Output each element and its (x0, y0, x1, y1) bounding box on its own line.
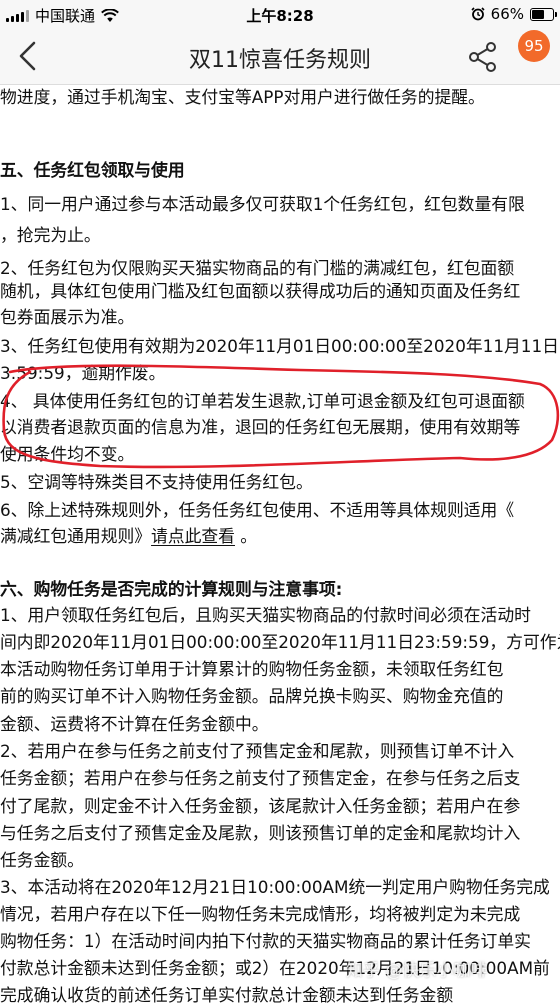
notification-badge[interactable]: 95 (518, 30, 550, 62)
text-line: 物进度，通过手机淘宝、支付宝等APP对用户进行做任务的提醒。 (0, 87, 485, 107)
text-line: 与任务之后支付了预售定金及尾款，则该预售订单的定金和尾款均计入 (0, 823, 521, 843)
text-line: 使用条件均不变。 (0, 444, 135, 464)
rules-name: 满减红包通用规则》 (0, 526, 152, 546)
text-line: ，抢完为止。 (0, 225, 101, 245)
text-line: 付了尾款，则定金不计入任务金额，该尾款计入任务金额；若用户在参 (0, 796, 521, 816)
text-line: 2、若用户在参与任务之前支付了预售定金和尾款，则预售订单不计入 (0, 741, 515, 761)
text-line: 购物任务：1）在活动时间内拍下付款的天猫实物商品的累计任务订单实 (0, 931, 531, 951)
text-line: 3、任务红包使用有效期为2020年11月01日00:00:00至2020年11月… (0, 336, 560, 356)
watermark: 知乎 @快乐小咖啡 (346, 961, 488, 981)
text-line: 3、本活动将在2020年12月21日10:00:00AM统一判定用户购物任务完成 (0, 877, 550, 897)
text-line: 本活动购物任务订单用于计算累计的购物任务金额，未领取任务红包 (0, 659, 504, 679)
text-line: 随机，具体红包使用门槛及红包面额以获得成功后的通知页面及任务红 (0, 281, 521, 301)
text-line: 金额、运费将不计算在任务金额中。 (0, 714, 269, 734)
navigation-bar: 双11惊喜任务规则 95 (0, 28, 560, 85)
view-rules-link[interactable]: 请点此查看 (151, 526, 235, 546)
section-heading: 五、任务红包领取与使用 (0, 160, 185, 180)
text-line: 1、用户领取任务红包后，且购买天猫实物商品的付款时间必须在活动时 (0, 605, 531, 625)
text-line: 2、任务红包为仅限购买天猫实物商品的有门槛的满减红包，红包面额 (0, 258, 515, 278)
text-line: 6、除上述特殊规则外，任务任务红包使用、不适用等具体规则适用《 (0, 500, 515, 520)
text-line: 5、空调等特殊类目不支持使用任务红包。 (0, 472, 313, 492)
text-line: 4、 具体使用任务红包的订单若发生退款,订单可退金额及红包可退面额 (0, 391, 525, 411)
text-line: 任务金额；若用户在参与任务之前支付了预售定金，在参与任务之后支 (0, 768, 521, 788)
battery-icon (530, 7, 557, 21)
share-icon[interactable] (466, 40, 500, 74)
text-line: 间内即2020年11月01日00:00:00至2020年11月11日23:59:… (0, 632, 560, 652)
text-line: 完成确认收货的前述任务订单实付款总计金额未达到任务金额 (0, 985, 454, 1005)
rules-period: 。 (234, 526, 258, 546)
text-line: 以消费者退款页面的信息为准，退回的任务红包无展期，使用有效期等 (0, 417, 521, 437)
section-heading: 六、购物任务是否完成的计算规则与注意事项: (0, 579, 343, 599)
text-line: 1、同一用户通过参与本活动最多仅可获取1个任务红包，红包数量有限 (0, 194, 525, 214)
text-line: 包券面展示为准。 (0, 307, 135, 327)
text-line: 情况，若用户存在以下任一购物任务未完成情形，均将被判定为未完成 (0, 904, 521, 924)
text-line: 3:59:59，逾期作废。 (0, 363, 166, 383)
status-bar: 中国联通 上午8:28 66% (0, 0, 560, 28)
text-line: 任务金额。 (0, 850, 84, 870)
alarm-icon (471, 7, 485, 21)
text-line: 前的购买订单不计入购物任务金额。品牌兑换卡购买、购物金充值的 (0, 686, 504, 706)
battery-percent: 66% (490, 5, 524, 23)
text-line: 满减红包通用规则》请点此查看 。 (0, 523, 560, 547)
